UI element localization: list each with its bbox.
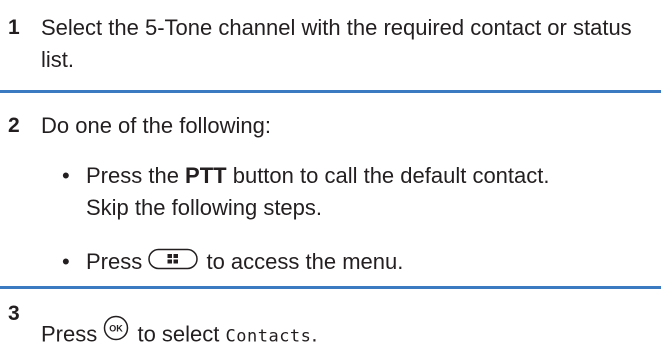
option-text: to access the menu. <box>200 249 404 274</box>
step-text: Select the 5-Tone channel with the requi… <box>41 15 632 72</box>
divider <box>0 90 661 93</box>
option-text-line2: Skip the following steps. <box>86 195 323 220</box>
step-number: 3 <box>8 302 20 325</box>
step-text-after: . <box>311 321 318 347</box>
step-number: 1 <box>8 16 20 39</box>
option-text: Press <box>86 249 149 274</box>
option-menu: Press to access the menu. <box>86 246 656 279</box>
bullet-dot: • <box>62 249 70 274</box>
divider <box>0 286 661 289</box>
step-number: 2 <box>8 114 20 137</box>
ok-icon-label: OK <box>110 324 124 334</box>
menu-button-icon <box>148 247 199 279</box>
ok-button-icon: OK <box>103 315 129 350</box>
option-ptt: Press the PTT button to call the default… <box>86 160 656 224</box>
step-text-middle: to select <box>131 321 226 347</box>
option-text: button to call the default contact. <box>226 163 550 188</box>
contacts-menu-item: Contacts <box>225 326 312 347</box>
step-text: Do one of the following: <box>41 113 271 138</box>
ptt-label: PTT <box>185 163 227 188</box>
bullet-dot: • <box>62 163 70 188</box>
option-text: Press the <box>86 163 186 188</box>
step-text: Press OK to select Contacts. <box>41 315 656 353</box>
step-text-before: Press <box>41 321 104 347</box>
